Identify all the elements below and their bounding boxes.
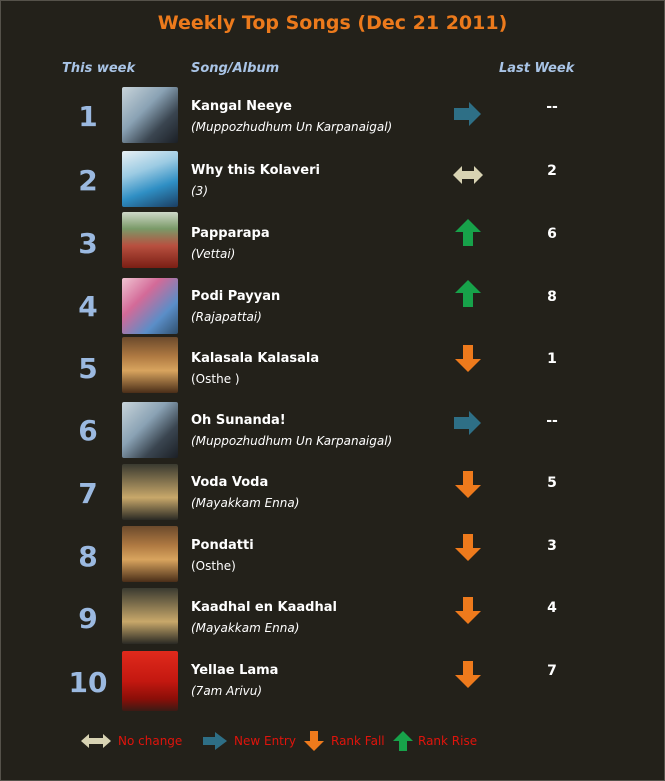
page-title: Weekly Top Songs (Dec 21 2011)	[157, 12, 508, 34]
rank-number: 4	[78, 290, 98, 323]
album-title: (Mayakkam Enna)	[191, 621, 300, 635]
album-title: (Osthe)	[191, 559, 236, 573]
album-title: (Muppozhudhum Un Karpanaigal)	[191, 434, 393, 448]
album-art-thumbnail[interactable]	[122, 278, 178, 334]
new-entry-arrow-icon	[203, 732, 227, 750]
header-this-week: This week	[62, 61, 136, 76]
last-week-rank: 6	[547, 226, 557, 242]
album-art-thumbnail[interactable]	[122, 588, 178, 644]
last-week-rank: 3	[547, 538, 557, 554]
song-title[interactable]: Kaadhal en Kaadhal	[191, 600, 337, 615]
album-title: (7am Arivu)	[191, 684, 263, 698]
album-art-thumbnail[interactable]	[122, 87, 178, 143]
last-week-rank: 5	[547, 475, 557, 491]
rank-fall-arrow-icon	[455, 661, 481, 688]
song-title[interactable]: Voda Voda	[191, 475, 268, 490]
album-art-thumbnail[interactable]	[122, 337, 178, 393]
rank-fall-arrow-icon	[455, 471, 481, 498]
album-title: (Vettai)	[191, 247, 236, 261]
new-entry-arrow-icon	[454, 411, 481, 435]
album-title: (Mayakkam Enna)	[191, 496, 300, 510]
last-week-rank: 7	[547, 663, 557, 679]
song-title[interactable]: Kangal Neeye	[191, 99, 292, 114]
album-art-thumbnail[interactable]	[122, 464, 178, 520]
album-title: (Osthe )	[191, 372, 240, 386]
last-week-rank: 4	[547, 600, 557, 616]
album-art-thumbnail[interactable]	[122, 151, 178, 207]
album-title: (3)	[191, 184, 208, 198]
legend-no-change-label: No change	[118, 734, 183, 748]
song-title[interactable]: Papparapa	[191, 226, 270, 241]
rank-number: 5	[78, 352, 98, 385]
no-change-double-arrow-icon	[453, 166, 483, 184]
rank-number: 6	[78, 414, 98, 447]
rank-rise-arrow-icon	[393, 731, 413, 751]
header-last-week: Last Week	[499, 61, 575, 76]
song-title[interactable]: Kalasala Kalasala	[191, 351, 319, 366]
rank-rise-arrow-icon	[455, 219, 481, 246]
rank-number: 1	[78, 100, 98, 133]
rank-number: 8	[78, 540, 98, 573]
song-title[interactable]: Podi Payyan	[191, 289, 280, 304]
album-art-thumbnail[interactable]	[122, 651, 178, 711]
rank-number: 10	[68, 666, 108, 699]
album-art-thumbnail[interactable]	[122, 402, 178, 458]
rank-rise-arrow-icon	[455, 280, 481, 307]
song-title[interactable]: Yellae Lama	[191, 663, 278, 678]
last-week-rank: 1	[547, 351, 557, 367]
last-week-rank: --	[546, 99, 558, 115]
album-title: (Muppozhudhum Un Karpanaigal)	[191, 120, 393, 134]
rank-fall-arrow-icon	[304, 731, 324, 751]
song-title[interactable]: Oh Sunanda!	[191, 413, 286, 428]
last-week-rank: 2	[547, 163, 557, 179]
rank-fall-arrow-icon	[455, 597, 481, 624]
album-art-thumbnail[interactable]	[122, 212, 178, 268]
song-title[interactable]: Pondatti	[191, 538, 254, 553]
last-week-rank: 8	[547, 289, 557, 305]
legend-rank-rise-label: Rank Rise	[418, 734, 478, 748]
new-entry-arrow-icon	[454, 102, 481, 126]
rank-number: 7	[78, 477, 98, 510]
album-title: (Rajapattai)	[191, 310, 262, 324]
no-change-double-arrow-icon	[81, 734, 111, 748]
rank-fall-arrow-icon	[455, 345, 481, 372]
rank-fall-arrow-icon	[455, 534, 481, 561]
legend-new-entry-label: New Entry	[234, 734, 296, 748]
album-art-thumbnail[interactable]	[122, 526, 178, 582]
header-song-album: Song/Album	[191, 61, 280, 76]
rank-number: 2	[78, 164, 98, 197]
rank-number: 3	[78, 227, 98, 260]
rank-number: 9	[78, 602, 98, 635]
song-title[interactable]: Why this Kolaveri	[191, 163, 320, 178]
last-week-rank: --	[546, 413, 558, 429]
legend-rank-fall-label: Rank Fall	[331, 734, 385, 748]
